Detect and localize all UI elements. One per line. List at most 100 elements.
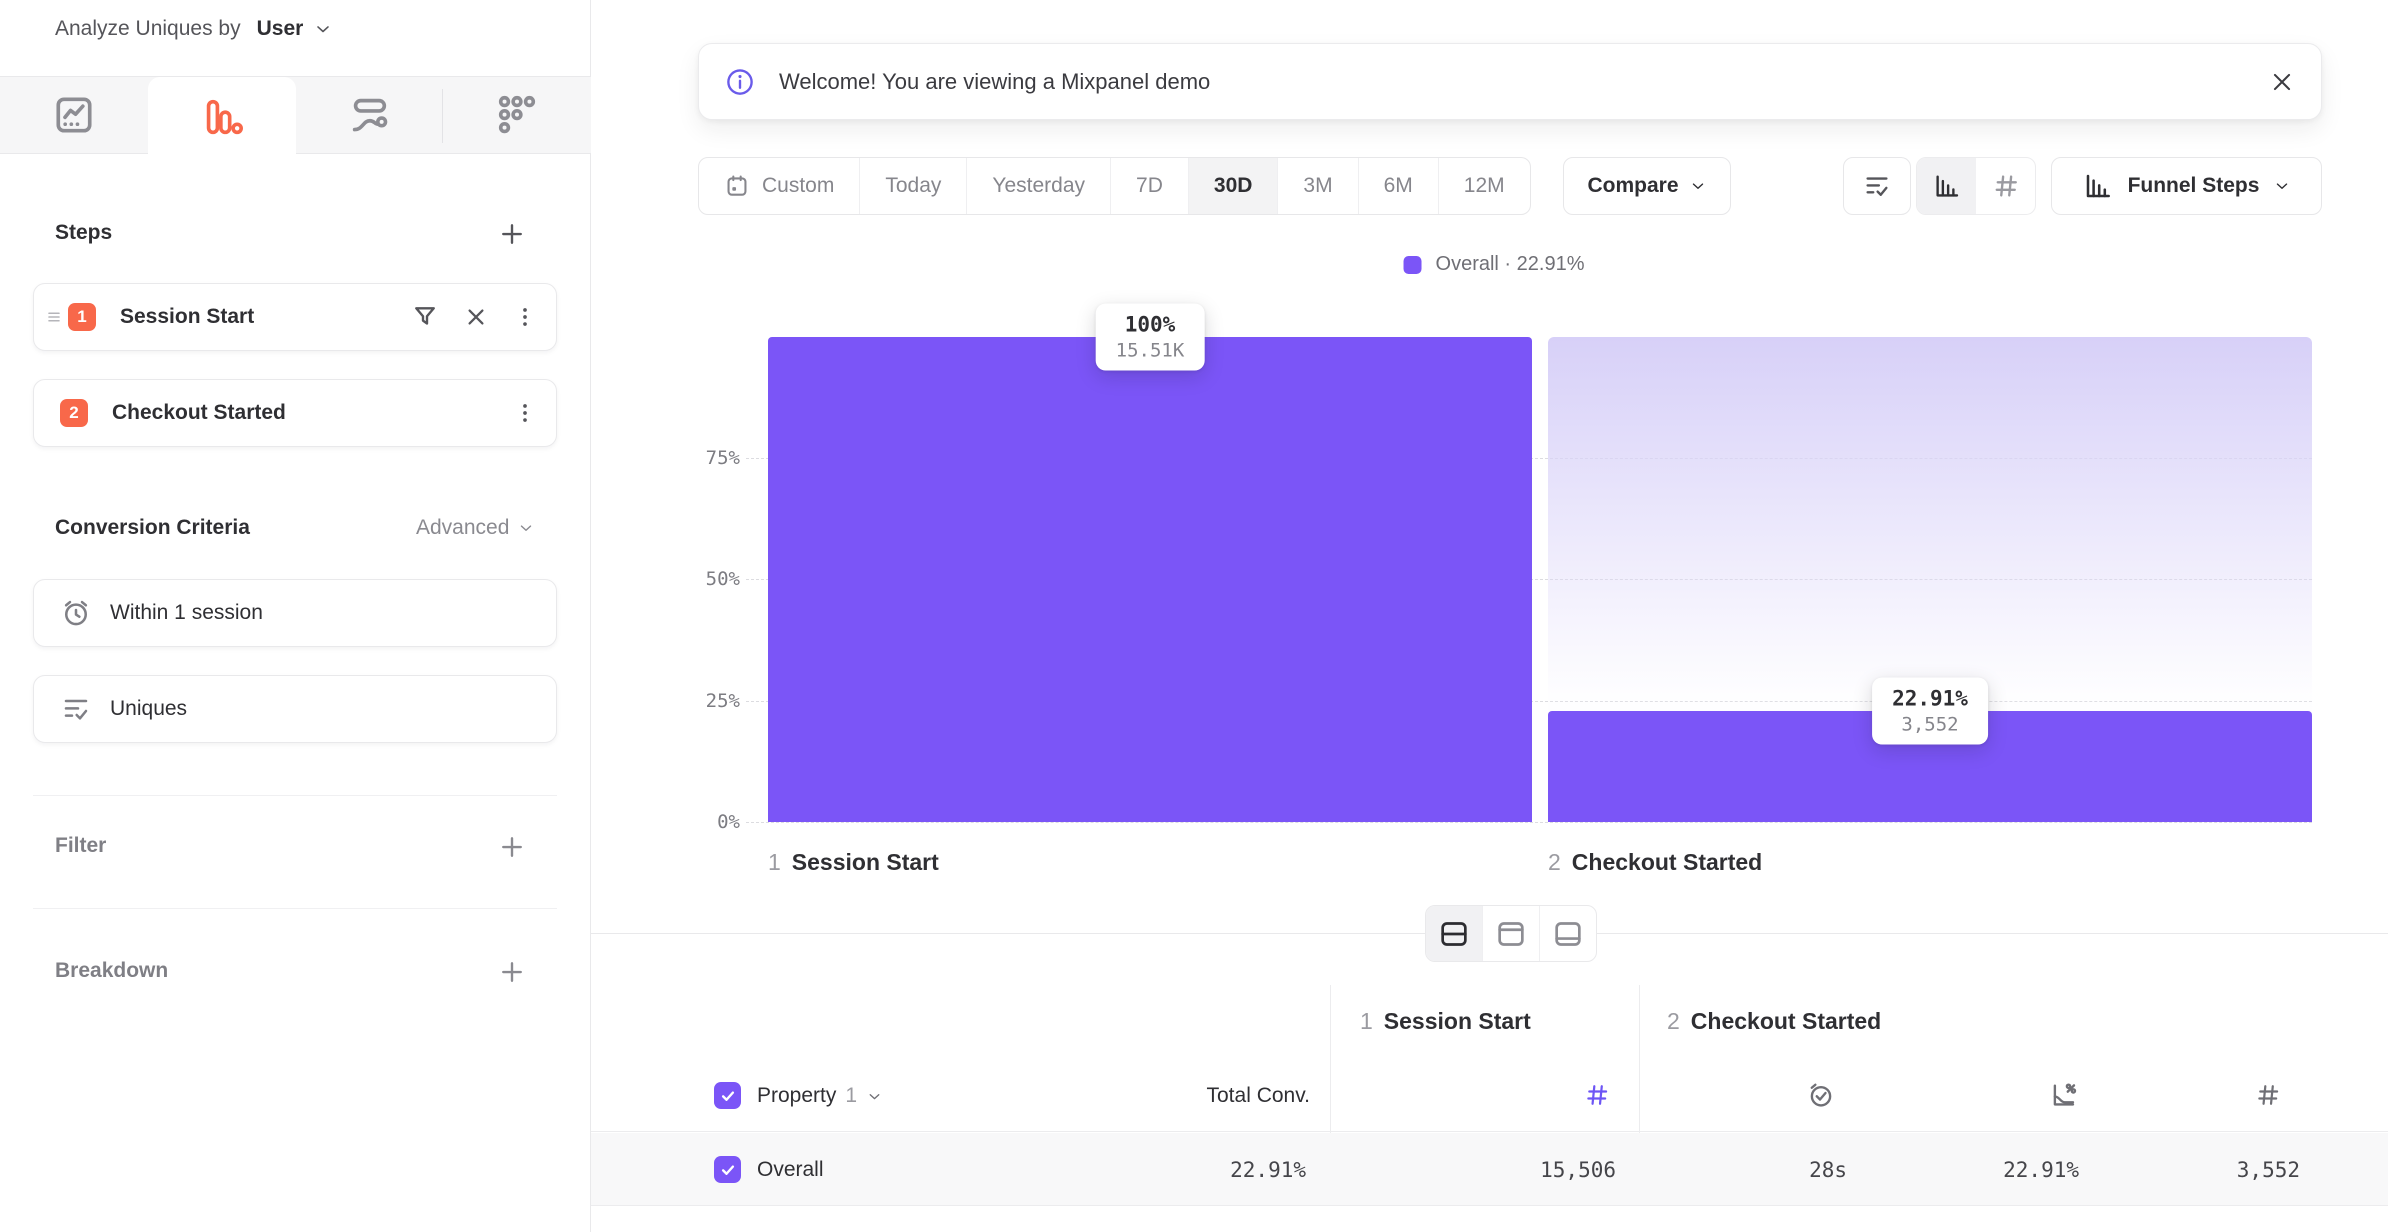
list-check-icon	[1862, 171, 1892, 201]
row-checkbox[interactable]	[714, 1156, 741, 1183]
bar-tooltip: 100% 15.51K	[1096, 304, 1205, 371]
step-menu-kebab-icon[interactable]	[512, 400, 538, 426]
count-metric-icon[interactable]	[2254, 1081, 2282, 1109]
date-range-label: 6M	[1384, 174, 1413, 198]
breakdown-heading: Breakdown	[55, 959, 168, 983]
total-conv-header[interactable]: Total Conv.	[1207, 1084, 1311, 1108]
table-row-overall[interactable]	[591, 1133, 2388, 1206]
sidebar-divider	[33, 795, 557, 796]
welcome-banner: Welcome! You are viewing a Mixpanel demo	[698, 43, 2322, 120]
cell-count: 3,552	[2237, 1158, 2300, 1182]
chevron-down-icon	[313, 19, 333, 39]
legend-label: Overall · 22.91%	[1436, 253, 1585, 276]
step-label: Session Start	[120, 305, 254, 329]
advanced-dropdown[interactable]: Advanced	[416, 516, 535, 540]
panel-layout-switcher	[1425, 905, 1597, 962]
analyze-by-value[interactable]: User	[257, 17, 304, 41]
y-tick: 25%	[630, 690, 740, 712]
y-tick: 75%	[630, 447, 740, 469]
advanced-label: Advanced	[416, 516, 509, 540]
time-to-convert-icon[interactable]	[1806, 1080, 1836, 1110]
tab-funnels[interactable]	[148, 77, 296, 156]
view-type-label: Funnel Steps	[2128, 174, 2260, 198]
steps-heading: Steps	[55, 221, 112, 245]
value-display-toggle	[1916, 157, 2036, 215]
property-selector[interactable]: Property 1	[757, 1084, 883, 1108]
analyze-by-control[interactable]: Analyze Uniques by User	[55, 17, 333, 41]
sidebar: Analyze Uniques by User	[0, 0, 591, 1232]
step-axis-number: 2	[1548, 849, 1561, 876]
tooltip-count: 3,552	[1892, 713, 1968, 735]
row-label: Overall	[757, 1158, 824, 1182]
step-axis-name: Checkout Started	[1572, 849, 1762, 876]
date-range-6m[interactable]: 6M	[1359, 158, 1439, 214]
close-icon[interactable]	[2269, 69, 2295, 95]
layout-chart-only-button[interactable]	[1483, 906, 1540, 961]
add-step-button[interactable]	[497, 219, 527, 249]
chevron-down-icon	[517, 519, 535, 537]
conversion-window-card[interactable]: Within 1 session	[33, 579, 557, 647]
date-range-3m[interactable]: 3M	[1278, 158, 1358, 214]
metric-uniques-button[interactable]	[1843, 157, 1911, 215]
show-numbers-toggle[interactable]	[1976, 158, 2035, 214]
step-menu-kebab-icon[interactable]	[512, 304, 538, 330]
chevron-down-icon	[2273, 177, 2291, 195]
select-all-checkbox[interactable]	[714, 1082, 741, 1109]
count-metric-icon[interactable]	[1583, 1081, 1611, 1109]
group-label: Session Start	[1384, 1008, 1531, 1035]
layout-table-only-button[interactable]	[1540, 906, 1596, 961]
clock-icon	[60, 597, 92, 629]
date-range-7d[interactable]: 7D	[1111, 158, 1189, 214]
add-breakdown-button[interactable]	[497, 957, 527, 987]
step-number-badge: 1	[68, 303, 96, 331]
cell-step1-count: 15,506	[1540, 1158, 1616, 1182]
cell-conv-rate: 22.91%	[2003, 1158, 2079, 1182]
step-axis-name: Session Start	[792, 849, 939, 876]
tab-users[interactable]	[443, 77, 591, 153]
drag-handle-icon[interactable]	[44, 307, 64, 327]
tooltip-percent: 100%	[1116, 313, 1185, 337]
date-range-label: Custom	[762, 174, 834, 198]
conversion-criteria-heading: Conversion Criteria	[55, 516, 250, 540]
cell-total-conv: 22.91%	[1230, 1158, 1306, 1182]
group-label: Checkout Started	[1691, 1008, 1881, 1035]
step-card-2[interactable]: 2 Checkout Started	[33, 379, 557, 447]
filter-step-icon[interactable]	[410, 302, 440, 332]
chart-legend[interactable]: Overall · 22.91%	[1404, 253, 1585, 276]
view-type-dropdown[interactable]: Funnel Steps	[2051, 157, 2322, 215]
layout-bottom-icon	[1551, 917, 1585, 951]
counting-method-card[interactable]: Uniques	[33, 675, 557, 743]
step-card-1[interactable]: 1 Session Start	[33, 283, 557, 351]
layout-split-button[interactable]	[1426, 906, 1483, 961]
date-range-custom[interactable]: Custom	[699, 158, 860, 214]
step-axis-number: 1	[768, 849, 781, 876]
date-range-yesterday[interactable]: Yesterday	[967, 158, 1111, 214]
property-index: 1	[845, 1084, 857, 1108]
show-bars-toggle[interactable]	[1917, 158, 1976, 214]
bar-tooltip: 22.91% 3,552	[1872, 677, 1988, 744]
remove-step-icon[interactable]	[462, 303, 490, 331]
compare-button[interactable]: Compare	[1563, 157, 1731, 215]
funnel-plot: 100% 15.51K 22.91% 3,552	[768, 337, 2312, 822]
funnel-bar-checkout-started[interactable]: 22.91% 3,552	[1548, 337, 2312, 822]
step-axis-label-2: 2 Checkout Started	[1548, 849, 1762, 876]
table-group-header-1: 1 Session Start	[1360, 1008, 1531, 1035]
tooltip-count: 15.51K	[1116, 340, 1185, 362]
funnel-steps-icon	[2082, 170, 2114, 202]
step-number-badge: 2	[60, 399, 88, 427]
chevron-down-icon	[866, 1088, 883, 1105]
group-number: 2	[1667, 1008, 1680, 1035]
date-range-12m[interactable]: 12M	[1439, 158, 1530, 214]
tab-flows[interactable]	[296, 77, 444, 153]
funnel-bar[interactable]	[768, 337, 1532, 822]
funnel-bar-session-start[interactable]: 100% 15.51K	[768, 337, 1532, 822]
layout-top-icon	[1494, 917, 1528, 951]
date-range-30d[interactable]: 30D	[1189, 158, 1279, 214]
tooltip-percent: 22.91%	[1892, 686, 1968, 710]
conversion-rate-icon[interactable]	[2048, 1080, 2078, 1110]
date-range-today[interactable]: Today	[860, 158, 967, 214]
tab-insights[interactable]	[0, 77, 148, 153]
date-range-label: Today	[885, 174, 941, 198]
layout-split-icon	[1437, 917, 1471, 951]
add-filter-button[interactable]	[497, 832, 527, 862]
